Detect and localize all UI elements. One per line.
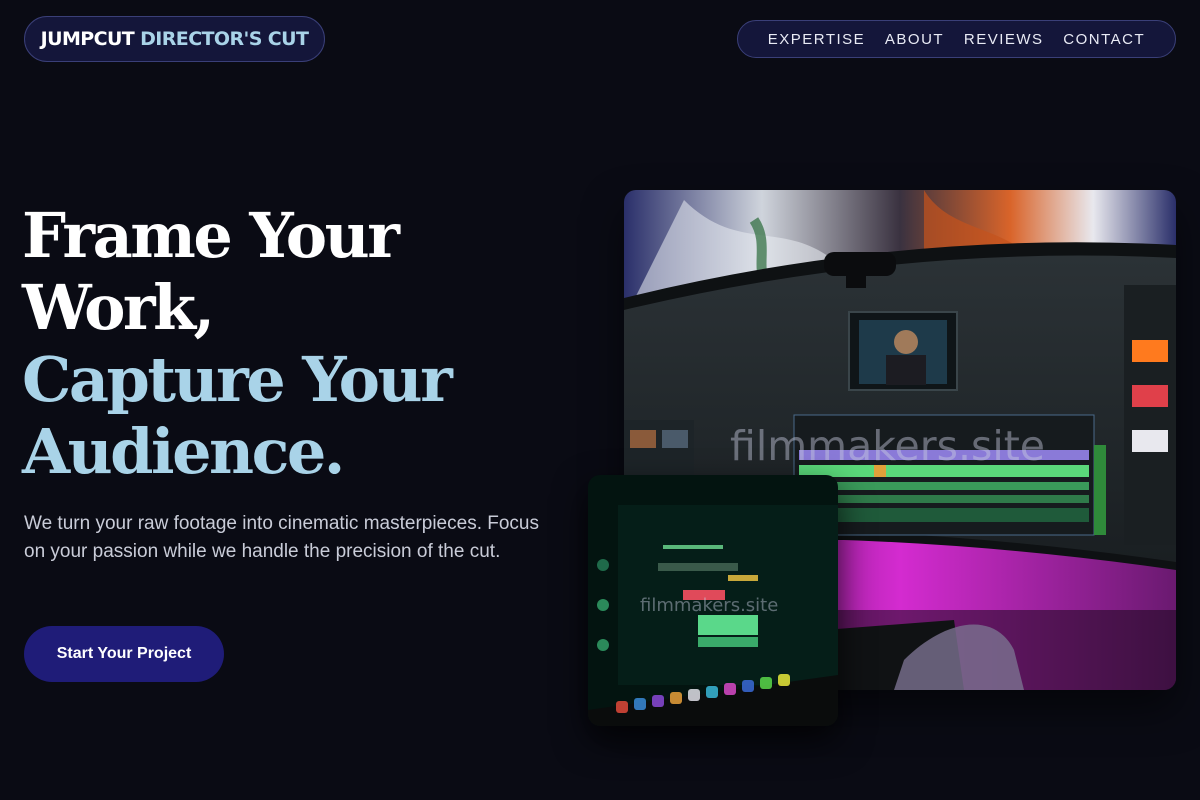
nav-link-about[interactable]: ABOUT: [885, 31, 944, 48]
start-project-button[interactable]: Start Your Project: [24, 626, 224, 682]
timeline-closeup-image: filmmakers.site: [588, 475, 838, 726]
headline-line: Work,: [22, 271, 215, 344]
timeline-closeup-illustration: [588, 475, 838, 726]
logo[interactable]: JUMPCUT DIRECTOR'S CUT: [24, 16, 325, 62]
main-nav: EXPERTISE ABOUT REVIEWS CONTACT: [737, 20, 1176, 58]
logo-accent: DIRECTOR'S CUT: [140, 28, 309, 50]
hero-subtext: We turn your raw footage into cinematic …: [24, 513, 539, 562]
nav-link-reviews[interactable]: REVIEWS: [964, 31, 1044, 48]
hero-headline: Frame Your Work, Capture Your Audience.: [22, 200, 582, 488]
nav-link-expertise[interactable]: EXPERTISE: [768, 31, 865, 48]
headline-line: Frame Your: [22, 199, 400, 272]
logo-brand: JUMPCUT: [40, 28, 135, 50]
headline-line-accent: Capture Your: [22, 343, 453, 416]
nav-link-contact[interactable]: CONTACT: [1063, 31, 1145, 48]
headline-line-accent: Audience.: [22, 415, 345, 488]
